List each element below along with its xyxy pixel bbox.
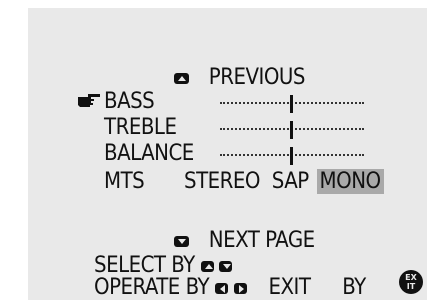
mts-options: STEREO SAP MONO (184, 169, 384, 194)
bass-label: BASS (104, 89, 155, 114)
menu-item-treble[interactable]: TREBLE (104, 115, 177, 140)
osd-screen: PREVIOUS BASS TREBLE BALANCE MTS STEREO … (28, 8, 427, 300)
treble-label: TREBLE (104, 115, 177, 140)
right-arrow-button-icon (233, 282, 247, 294)
balance-slider[interactable] (220, 147, 364, 165)
next-page-row[interactable]: NEXT PAGE (174, 229, 315, 253)
previous-label: PREVIOUS (208, 65, 306, 90)
menu-item-bass[interactable]: BASS (104, 89, 155, 114)
menu-item-balance[interactable]: BALANCE (104, 142, 194, 166)
left-arrow-button-icon (214, 282, 228, 294)
mts-label: MTS (104, 169, 145, 194)
pointing-hand-icon (78, 94, 100, 107)
exit-button-text: EX IT (405, 273, 417, 291)
bass-slider[interactable] (220, 95, 364, 113)
treble-slider-knob[interactable] (290, 121, 293, 139)
exit-label: EXIT (268, 275, 311, 300)
mts-option-sap[interactable]: SAP (272, 169, 309, 194)
operate-row: OPERATE BY EXIT BY (94, 276, 366, 300)
bass-slider-knob[interactable] (290, 95, 293, 113)
next-page-label: NEXT PAGE (208, 228, 315, 253)
down-arrow-button-icon (219, 260, 233, 272)
mts-option-stereo[interactable]: STEREO (184, 169, 261, 194)
balance-slider-knob[interactable] (290, 147, 293, 165)
menu-item-mts[interactable]: MTS (104, 169, 145, 194)
by-label: BY (342, 275, 366, 300)
operate-label: OPERATE BY (94, 275, 210, 300)
mts-option-mono[interactable]: MONO (316, 169, 384, 194)
down-arrow-button-icon (174, 235, 189, 247)
up-arrow-button-icon (200, 260, 214, 272)
treble-slider[interactable] (220, 121, 364, 139)
exit-button-icon: EX IT (399, 270, 423, 294)
previous-row[interactable]: PREVIOUS (174, 65, 306, 90)
balance-label: BALANCE (104, 141, 194, 166)
up-arrow-button-icon (174, 72, 189, 84)
